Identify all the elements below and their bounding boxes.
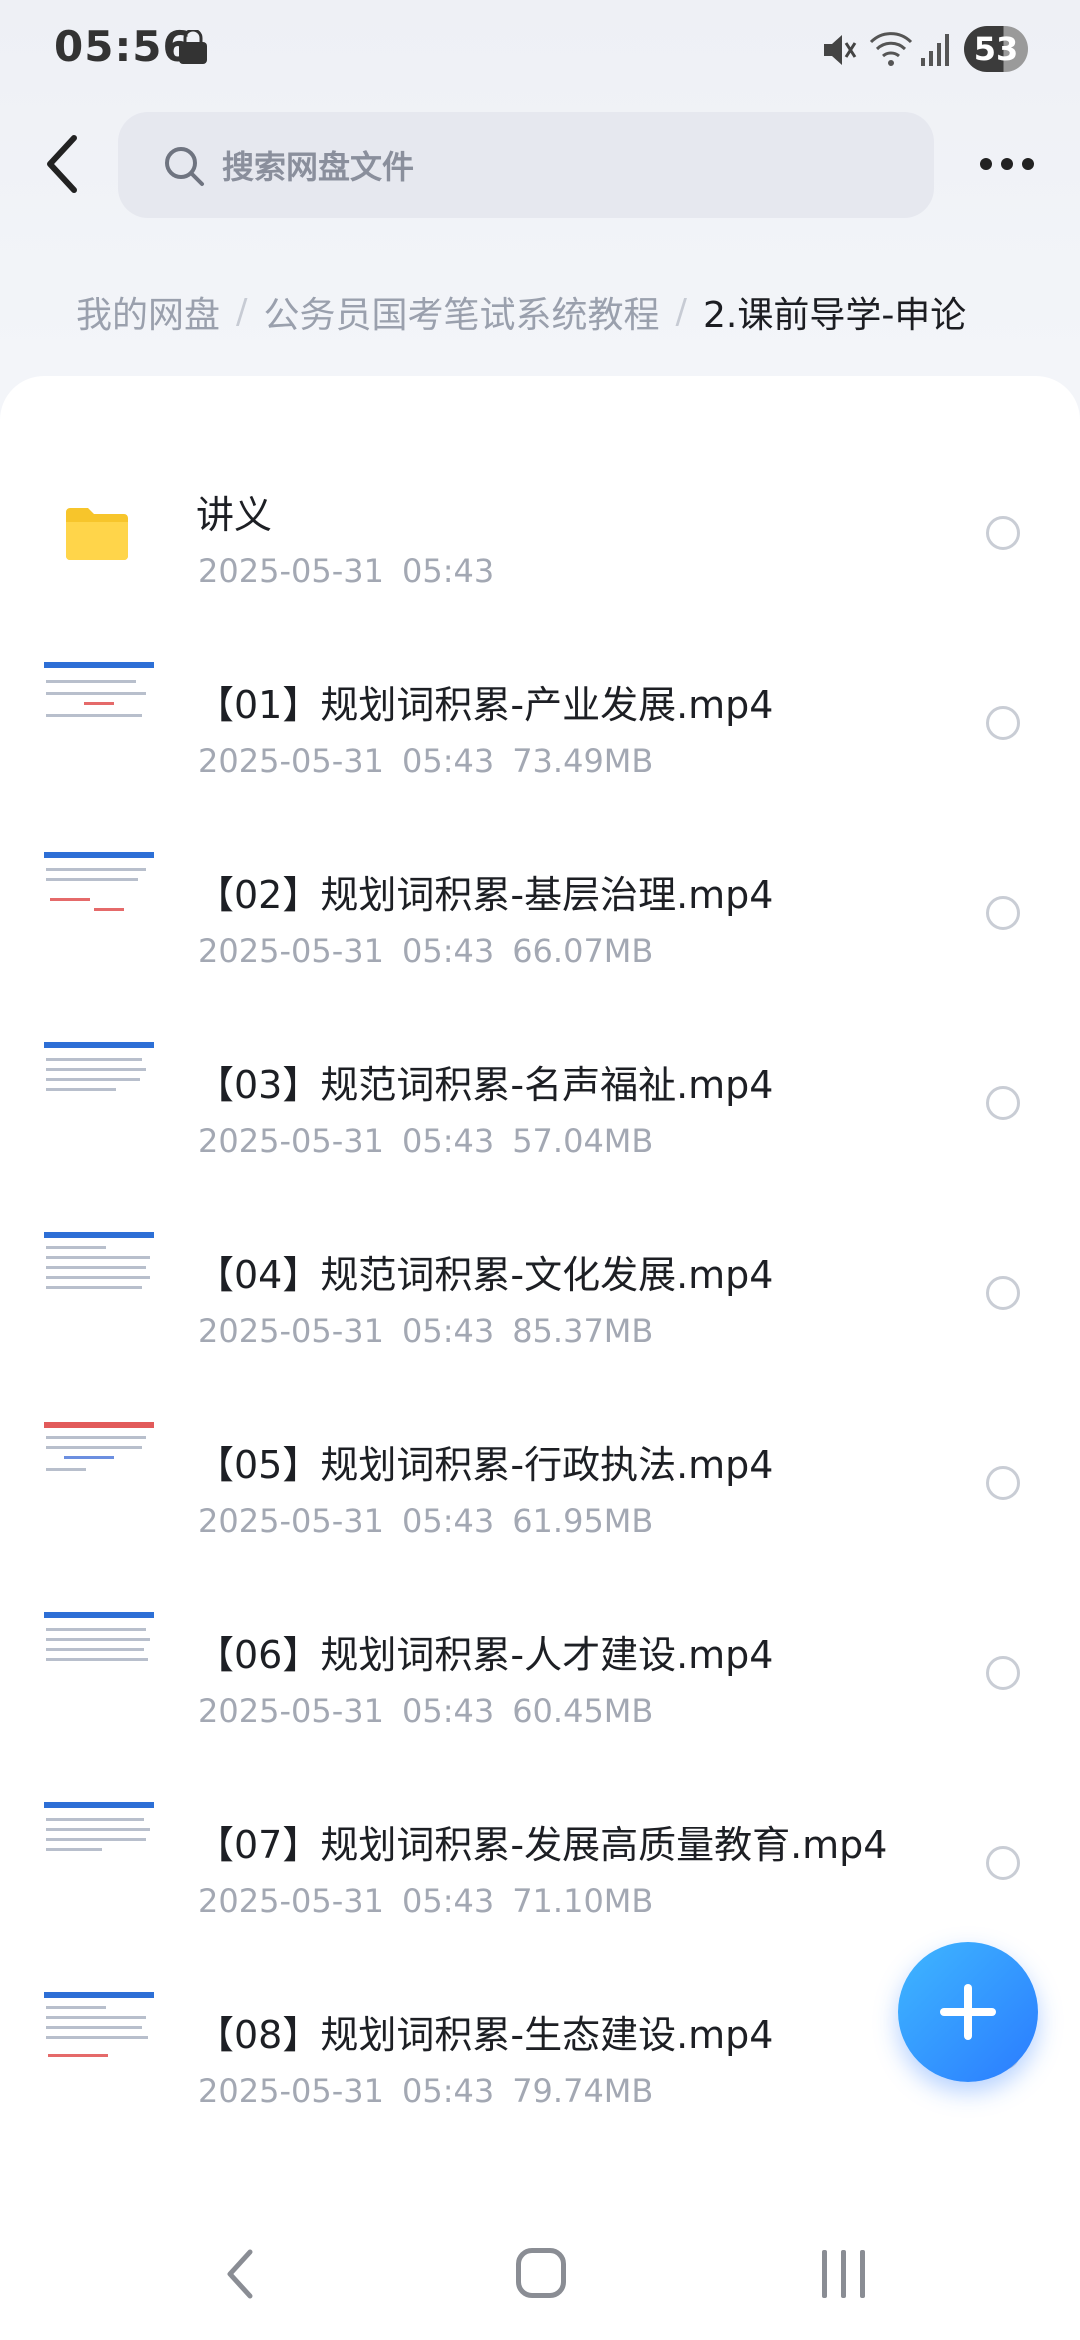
nav-home-icon[interactable]	[516, 2248, 566, 2298]
file-date: 2025-05-31	[198, 1692, 384, 1730]
file-time: 05:43	[401, 2072, 495, 2110]
file-meta: 2025-05-31 05:43 79.74MB	[198, 2072, 653, 2110]
search-icon	[165, 147, 204, 186]
file-meta: 2025-05-31 05:43 60.45MB	[198, 1692, 653, 1730]
wifi-icon	[869, 32, 913, 66]
file-name: 【04】规范词积累-文化发展.mp4	[196, 1253, 774, 1297]
video-thumbnail	[44, 662, 154, 752]
file-time: 05:43	[401, 932, 495, 970]
nav-recents-icon[interactable]	[822, 2250, 866, 2298]
breadcrumb-separator: /	[236, 292, 248, 332]
file-size: 79.74MB	[512, 2072, 654, 2110]
video-thumbnail	[44, 1422, 154, 1512]
search-placeholder: 搜索网盘文件	[222, 148, 415, 186]
file-meta: 2025-05-31 05:43	[198, 552, 494, 590]
select-radio[interactable]	[986, 1466, 1020, 1500]
video-thumbnail	[44, 1612, 154, 1702]
battery-indicator: 53	[964, 26, 1028, 72]
file-item[interactable]: 【05】规划词积累-行政执法.mp4 2025-05-31 05:43 61.95M…	[0, 1370, 1080, 1560]
signal-icon	[921, 34, 949, 66]
file-name: 【06】规划词积累-人才建设.mp4	[196, 1633, 774, 1677]
video-thumbnail	[44, 1992, 154, 2082]
video-thumbnail	[44, 1042, 154, 1132]
select-radio[interactable]	[986, 1846, 1020, 1880]
system-nav-bar	[0, 2220, 1080, 2340]
select-radio[interactable]	[986, 1276, 1020, 1310]
file-size: 61.95MB	[512, 1502, 654, 1540]
more-options-button[interactable]	[978, 148, 1036, 184]
folder-icon	[66, 508, 128, 560]
file-time: 05:43	[401, 552, 495, 590]
file-date: 2025-05-31	[198, 742, 384, 780]
file-date: 2025-05-31	[198, 1502, 384, 1540]
select-radio[interactable]	[986, 1656, 1020, 1690]
status-time: 05:56	[54, 22, 193, 71]
file-size: 85.37MB	[512, 1312, 654, 1350]
file-date: 2025-05-31	[198, 552, 384, 590]
add-button[interactable]	[898, 1942, 1038, 2082]
file-date: 2025-05-31	[198, 2072, 384, 2110]
file-item[interactable]: 【04】规范词积累-文化发展.mp4 2025-05-31 05:43 85.37M…	[0, 1180, 1080, 1370]
file-name: 【02】规划词积累-基层治理.mp4	[196, 873, 774, 917]
file-date: 2025-05-31	[198, 932, 384, 970]
file-date: 2025-05-31	[198, 1122, 384, 1160]
file-name: 讲义	[196, 493, 273, 537]
status-bar: 05:56 53	[0, 0, 1080, 100]
file-size: 71.10MB	[512, 1882, 654, 1920]
file-time: 05:43	[401, 1312, 495, 1350]
file-item[interactable]: 【07】规划词积累-发展高质量教育.mp4 2025-05-31 05:43 71.…	[0, 1750, 1080, 1940]
video-thumbnail	[44, 1802, 154, 1892]
file-item[interactable]: 【06】规划词积累-人才建设.mp4 2025-05-31 05:43 60.45M…	[0, 1560, 1080, 1750]
breadcrumb: 我的网盘 / 公务员国考笔试系统教程 / 2.课前导学-申论	[76, 284, 966, 340]
nav-back-icon[interactable]	[220, 2244, 260, 2304]
file-time: 05:43	[401, 1882, 495, 1920]
search-input[interactable]: 搜索网盘文件	[118, 112, 934, 218]
file-meta: 2025-05-31 05:43 71.10MB	[198, 1882, 653, 1920]
file-name: 【08】规划词积累-生态建设.mp4	[196, 2013, 774, 2057]
select-radio[interactable]	[986, 1086, 1020, 1120]
file-date: 2025-05-31	[198, 1312, 384, 1350]
file-time: 05:43	[401, 742, 495, 780]
file-meta: 2025-05-31 05:43 85.37MB	[198, 1312, 653, 1350]
breadcrumb-item-current: 2.课前导学-申论	[702, 295, 967, 336]
file-name: 【05】规划词积累-行政执法.mp4	[196, 1443, 774, 1487]
select-radio[interactable]	[986, 706, 1020, 740]
file-name: 【03】规范词积累-名声福祉.mp4	[196, 1063, 774, 1107]
file-item[interactable]: 【03】规范词积累-名声福祉.mp4 2025-05-31 05:43 57.04M…	[0, 990, 1080, 1180]
file-time: 05:43	[401, 1122, 495, 1160]
file-meta: 2025-05-31 05:43 73.49MB	[198, 742, 653, 780]
file-date: 2025-05-31	[198, 1882, 384, 1920]
file-name: 【01】规划词积累-产业发展.mp4	[196, 683, 774, 727]
folder-item[interactable]: 讲义 2025-05-31 05:43	[0, 420, 1080, 610]
file-meta: 2025-05-31 05:43 66.07MB	[198, 932, 653, 970]
file-size: 73.49MB	[512, 742, 654, 780]
breadcrumb-item-course[interactable]: 公务员国考笔试系统教程	[263, 286, 659, 338]
breadcrumb-item-root[interactable]: 我的网盘	[76, 286, 220, 338]
file-size: 66.07MB	[512, 932, 654, 970]
back-button[interactable]	[40, 132, 84, 196]
file-meta: 2025-05-31 05:43 61.95MB	[198, 1502, 653, 1540]
shopping-bag-icon	[179, 30, 207, 64]
video-thumbnail	[44, 1232, 154, 1322]
file-name: 【07】规划词积累-发展高质量教育.mp4	[196, 1823, 888, 1867]
mute-icon	[824, 35, 857, 65]
file-size: 60.45MB	[512, 1692, 654, 1730]
breadcrumb-separator: /	[675, 292, 687, 332]
file-browser-screen: 05:56 53 搜索网盘文件 我的网盘 / 公务员国考笔试系统教程 / 2.课…	[0, 0, 1080, 2340]
video-thumbnail	[44, 852, 154, 942]
file-time: 05:43	[401, 1692, 495, 1730]
file-item[interactable]: 【01】规划词积累-产业发展.mp4 2025-05-31 05:43 73.49M…	[0, 610, 1080, 800]
select-radio[interactable]	[986, 516, 1020, 550]
file-size: 57.04MB	[512, 1122, 654, 1160]
select-radio[interactable]	[986, 896, 1020, 930]
file-meta: 2025-05-31 05:43 57.04MB	[198, 1122, 653, 1160]
file-item[interactable]: 【02】规划词积累-基层治理.mp4 2025-05-31 05:43 66.07M…	[0, 800, 1080, 990]
file-time: 05:43	[401, 1502, 495, 1540]
